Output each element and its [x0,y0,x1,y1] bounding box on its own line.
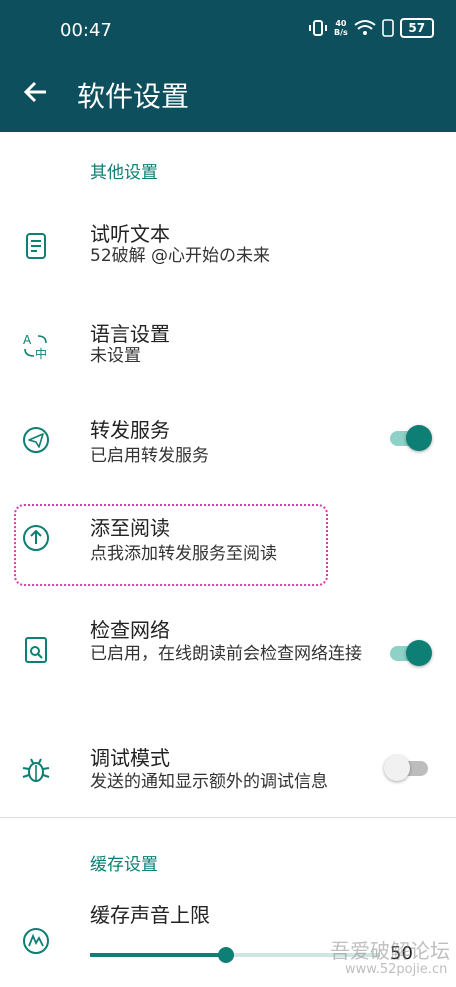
sim-icon [381,19,394,37]
svg-text:中: 中 [35,346,47,361]
setting-item-language[interactable]: A 中 语言设置 未设置 [0,310,456,390]
setting-subtitle: 未设置 [90,346,141,366]
setting-subtitle: 点我添加转发服务至阅读 [90,544,277,564]
setting-title: 转发服务 [90,418,170,442]
forward-service-toggle[interactable] [384,422,434,452]
setting-item-add-to-reader[interactable]: 添至阅读 点我添加转发服务至阅读 [0,508,456,580]
vibrate-icon [309,20,327,36]
page-title: 软件设置 [77,80,190,113]
back-arrow-icon[interactable] [20,76,52,108]
watermark-url: www.52pojie.cn [345,962,448,977]
setting-subtitle: 已启用转发服务 [90,446,209,466]
toggle-thumb [406,640,432,666]
wifi-icon [354,20,376,35]
net-speed: 40 B/s [334,19,348,37]
send-icon [23,427,49,453]
network-check-icon [25,637,47,663]
setting-title: 添至阅读 [90,516,170,540]
section-header-cache: 缓存设置 [90,855,158,875]
setting-item-network-check[interactable]: 检查网络 已启用，在线朗读前会检查网络连接 [0,610,456,710]
text-sample-icon [26,233,46,259]
setting-item-debug-mode[interactable]: 调试模式 发送的通知显示额外的调试信息 [0,740,456,810]
setting-item-sample-text[interactable]: 试听文本 52破解 @心开始の未来 [0,210,456,290]
debug-mode-toggle[interactable] [384,752,434,782]
setting-subtitle: 52破解 @心开始の未来 [90,246,271,266]
section-divider [0,817,456,818]
slider-fill [90,953,226,957]
battery-indicator: 57 [399,18,434,38]
net-speed-value: 40 [335,19,347,28]
upload-icon [23,525,49,551]
status-time: 00:47 [60,20,112,41]
section-header-other: 其他设置 [90,163,158,183]
setting-subtitle: 发送的通知显示额外的调试信息 [90,772,328,792]
network-check-toggle[interactable] [384,637,434,667]
net-speed-unit: B/s [334,28,348,37]
watermark-text: 吾爱破解论坛 [330,939,450,963]
setting-subtitle: 已启用，在线朗读前会检查网络连接 [90,644,362,664]
setting-item-forward-service[interactable]: 转发服务 已启用转发服务 [0,410,456,490]
svg-text:A: A [23,333,32,347]
toggle-thumb [406,425,432,451]
setting-title: 缓存声音上限 [90,903,210,927]
toggle-thumb [384,755,410,781]
slider-thumb[interactable] [218,947,234,963]
audio-cache-icon [23,928,49,954]
status-icons: 40 B/s 57 [308,18,434,38]
translate-icon: A 中 [23,333,47,361]
app-bar: 00:47 40 B/s 57 软件设置 [0,0,456,132]
bug-icon [22,758,50,782]
